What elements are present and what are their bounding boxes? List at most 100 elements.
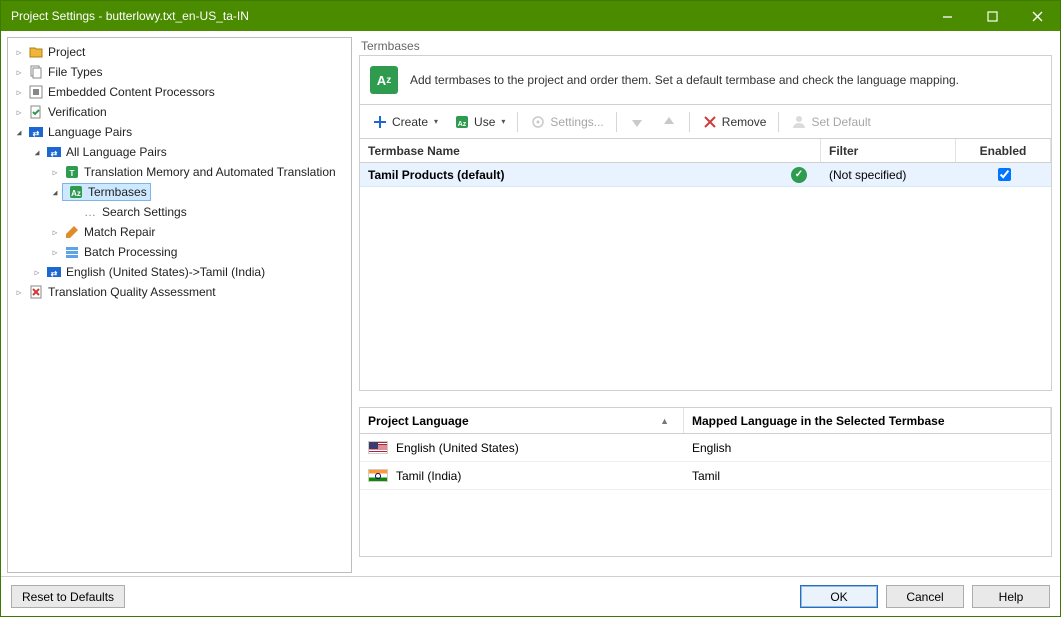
expand-icon[interactable] bbox=[12, 45, 26, 59]
toolbar-separator bbox=[616, 112, 617, 132]
col-project-language[interactable]: Project Language ▲ bbox=[360, 408, 684, 433]
termbases-icon: Az bbox=[68, 184, 84, 200]
expand-icon[interactable] bbox=[30, 265, 44, 279]
mapped-language-cell[interactable]: Tamil bbox=[684, 462, 1051, 489]
tree-item-tm[interactable]: T Translation Memory and Automated Trans… bbox=[8, 162, 351, 182]
move-down-button[interactable] bbox=[623, 111, 651, 133]
project-icon bbox=[28, 44, 44, 60]
tree-label: Translation Memory and Automated Transla… bbox=[84, 165, 336, 179]
termbase-icon: Az bbox=[370, 66, 398, 94]
collapse-icon[interactable] bbox=[48, 185, 62, 199]
dropdown-caret-icon: ▾ bbox=[501, 117, 505, 126]
svg-text:⇄: ⇄ bbox=[33, 129, 40, 138]
move-up-button[interactable] bbox=[655, 111, 683, 133]
tree-item-en-tamil[interactable]: ⇄ English (United States)->Tamil (India) bbox=[8, 262, 351, 282]
toolbar-separator bbox=[517, 112, 518, 132]
expand-icon[interactable] bbox=[12, 85, 26, 99]
tree-item-language-pairs[interactable]: ⇄ Language Pairs bbox=[8, 122, 351, 142]
window-controls bbox=[925, 1, 1060, 31]
tree-label: Search Settings bbox=[102, 205, 187, 219]
tree-label: Batch Processing bbox=[84, 245, 177, 259]
use-button[interactable]: Az Use ▾ bbox=[448, 111, 511, 133]
batch-icon bbox=[64, 244, 80, 260]
tree-item-file-types[interactable]: File Types bbox=[8, 62, 351, 82]
enabled-checkbox[interactable] bbox=[998, 168, 1011, 181]
use-label: Use bbox=[474, 115, 495, 129]
dialog-footer: Reset to Defaults OK Cancel Help bbox=[1, 576, 1060, 616]
set-default-label: Set Default bbox=[811, 115, 870, 129]
tree-label: File Types bbox=[48, 65, 102, 79]
expand-icon[interactable] bbox=[12, 105, 26, 119]
expand-icon[interactable] bbox=[48, 165, 62, 179]
collapse-icon[interactable] bbox=[30, 145, 44, 159]
termbase-grid[interactable]: Termbase Name Filter Enabled Tamil Produ… bbox=[359, 139, 1052, 391]
filter-cell[interactable]: (Not specified) bbox=[821, 163, 956, 186]
tree-label: Termbases bbox=[88, 185, 147, 199]
dash-icon: … bbox=[82, 204, 98, 220]
tm-icon: T bbox=[64, 164, 80, 180]
tree-label: Translation Quality Assessment bbox=[48, 285, 216, 299]
mapping-row[interactable]: Tamil (India) Tamil bbox=[360, 462, 1051, 490]
remove-button[interactable]: Remove bbox=[696, 111, 773, 133]
col-termbase-name[interactable]: Termbase Name bbox=[360, 139, 821, 162]
collapse-icon[interactable] bbox=[12, 125, 26, 139]
termbase-row[interactable]: Tamil Products (default) (Not specified) bbox=[360, 163, 1051, 187]
tree-label: All Language Pairs bbox=[66, 145, 167, 159]
project-settings-window: Project Settings - butterlowy.txt_en-US_… bbox=[0, 0, 1061, 617]
window-title: Project Settings - butterlowy.txt_en-US_… bbox=[11, 9, 925, 23]
create-label: Create bbox=[392, 115, 428, 129]
file-types-icon bbox=[28, 64, 44, 80]
mapped-language-cell[interactable]: English bbox=[684, 434, 1051, 461]
svg-text:⇄: ⇄ bbox=[51, 269, 58, 278]
col-enabled[interactable]: Enabled bbox=[956, 139, 1051, 162]
ok-button[interactable]: OK bbox=[800, 585, 878, 608]
tree-item-batch-processing[interactable]: Batch Processing bbox=[8, 242, 351, 262]
set-default-button[interactable]: Set Default bbox=[785, 111, 876, 133]
tree-label: Match Repair bbox=[84, 225, 155, 239]
toolbar-separator bbox=[689, 112, 690, 132]
dropdown-caret-icon: ▾ bbox=[434, 117, 438, 126]
tree-item-termbases[interactable]: Az Termbases bbox=[8, 182, 351, 202]
expand-icon[interactable] bbox=[48, 245, 62, 259]
tree-item-embedded[interactable]: Embedded Content Processors bbox=[8, 82, 351, 102]
status-ok-icon bbox=[791, 167, 807, 183]
svg-text:Az: Az bbox=[71, 189, 81, 198]
all-lang-pairs-icon: ⇄ bbox=[46, 144, 62, 160]
create-button[interactable]: Create ▾ bbox=[366, 111, 444, 133]
tqa-icon bbox=[28, 284, 44, 300]
project-language-cell: Tamil (India) bbox=[360, 462, 684, 489]
help-button[interactable]: Help bbox=[972, 585, 1050, 608]
toolbar-separator bbox=[778, 112, 779, 132]
info-row: Az Add termbases to the project and orde… bbox=[359, 55, 1052, 105]
maximize-button[interactable] bbox=[970, 1, 1015, 31]
language-pairs-icon: ⇄ bbox=[28, 124, 44, 140]
tree-item-project[interactable]: Project bbox=[8, 42, 351, 62]
minimize-button[interactable] bbox=[925, 1, 970, 31]
settings-button[interactable]: Settings... bbox=[524, 111, 609, 133]
svg-text:T: T bbox=[70, 169, 75, 178]
tree-item-search-settings[interactable]: … Search Settings bbox=[8, 202, 351, 222]
tree-item-verification[interactable]: Verification bbox=[8, 102, 351, 122]
mapping-row[interactable]: English (United States) English bbox=[360, 434, 1051, 462]
tree-item-match-repair[interactable]: Match Repair bbox=[8, 222, 351, 242]
cancel-button[interactable]: Cancel bbox=[886, 585, 964, 608]
settings-tree[interactable]: Project File Types Embedded Content Proc… bbox=[7, 37, 352, 573]
termbase-name: Tamil Products (default) bbox=[368, 168, 504, 182]
tree-label: English (United States)->Tamil (India) bbox=[66, 265, 265, 279]
remove-label: Remove bbox=[722, 115, 767, 129]
flag-in-icon bbox=[368, 469, 388, 482]
language-mapping-grid[interactable]: Project Language ▲ Mapped Language in th… bbox=[359, 407, 1052, 557]
enabled-cell bbox=[956, 163, 1051, 186]
expand-icon[interactable] bbox=[48, 225, 62, 239]
expand-icon[interactable] bbox=[12, 285, 26, 299]
close-button[interactable] bbox=[1015, 1, 1060, 31]
reset-to-defaults-button[interactable]: Reset to Defaults bbox=[11, 585, 125, 608]
expand-icon[interactable] bbox=[12, 65, 26, 79]
col-filter[interactable]: Filter bbox=[821, 139, 956, 162]
termbase-toolbar: Create ▾ Az Use ▾ Settings... bbox=[359, 105, 1052, 139]
tree-item-tqa[interactable]: Translation Quality Assessment bbox=[8, 282, 351, 302]
tree-item-all-language-pairs[interactable]: ⇄ All Language Pairs bbox=[8, 142, 351, 162]
svg-text:⇄: ⇄ bbox=[51, 149, 58, 158]
tree-label: Verification bbox=[48, 105, 107, 119]
col-mapped-language[interactable]: Mapped Language in the Selected Termbase bbox=[684, 408, 1051, 433]
